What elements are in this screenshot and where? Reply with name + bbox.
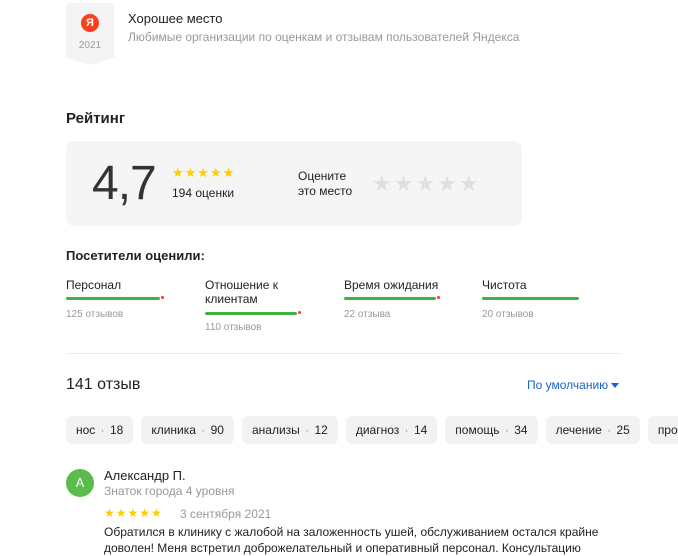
tag-count: 25 [616,423,630,437]
aspect-bar [482,297,579,300]
tag-count: 90 [210,423,224,437]
review-text: Обратился в клинику с жалобой на заложен… [104,525,599,555]
tag-label: лечение [555,423,602,437]
rating-heading: Рейтинг [66,110,126,127]
rate-prompt-line1: Оцените [298,169,347,183]
aspect-attitude[interactable]: Отношение к клиентам 110 отзывов [205,278,305,333]
rate-prompt: Оцените это место [298,169,352,199]
tag-label: клиника [151,423,196,437]
tag-help[interactable]: помощь · 34 [445,416,538,444]
tag-clinic[interactable]: клиника · 90 [141,416,234,444]
rate-prompt-line2: это место [298,184,353,198]
rating-stars: ★★★★★ [172,165,236,180]
aspect-staff[interactable]: Персонал 125 отзывов [66,278,196,320]
tag-label: нос [76,423,96,437]
tag-nose[interactable]: нос · 18 [66,416,134,444]
review-stars: ★★★★★ [104,506,163,520]
aspect-bar [205,311,301,315]
badge-year: 2021 [78,40,102,51]
tag-analyses[interactable]: анализы · 12 [241,416,338,444]
rating-value: 4,7 [92,157,157,210]
reviews-count: 141 отзыв [66,376,141,393]
tag-label: диагноз [355,423,400,437]
chevron-down-icon [611,383,620,389]
rating-card: 4,7 ★★★★★ 194 оценки Оцените это место ★… [66,141,522,226]
divider [66,353,622,354]
review-tags: нос · 18 клиника · 90 анализы · 12 диагн… [66,416,678,444]
tag-label: анализы [251,423,300,437]
aspect-label: Чистота [482,278,527,292]
sort-label: По умолчанию [527,378,609,392]
review-author[interactable]: Александр П. [104,468,186,483]
tag-label: пробле [657,423,678,437]
tag-diagnosis[interactable]: диагноз · 14 [345,416,438,444]
sort-dropdown[interactable]: По умолчанию [527,378,620,392]
tag-count: 34 [514,423,528,437]
tag-label: помощь [455,423,500,437]
tag-count: 12 [314,423,328,437]
aspect-label: Персонал [66,278,122,292]
tag-count: 14 [413,423,428,437]
aspect-cleanliness[interactable]: Чистота 20 отзывов [482,278,612,320]
aspects-heading: Посетители оценили: [66,248,205,263]
aspect-bar [66,296,164,300]
review-date: 3 сентября 2021 [180,507,272,521]
good-place-badge: Я 2021 [66,3,114,65]
good-place-title: Хорошее место [128,11,223,26]
aspect-bar [344,296,440,300]
aspect-count: 125 отзывов [66,309,124,320]
aspect-label: Отношение к клиентам [205,278,279,306]
yandex-logo-icon: Я [81,14,99,32]
author-rank: Знаток города 4 уровня [104,484,235,498]
good-place-subtitle: Любимые организации по оценкам и отзывам… [128,30,520,44]
rate-stars-input[interactable]: ★★★★★ [372,171,481,197]
aspect-count: 22 отзыва [344,309,391,320]
aspect-count: 110 отзывов [205,322,262,333]
avatar[interactable]: А [66,469,94,497]
rating-count: 194 оценки [172,186,235,200]
aspect-count: 20 отзывов [482,309,534,320]
tag-count: 18 [109,423,124,437]
aspect-waiting[interactable]: Время ожидания 22 отзыва [344,278,474,320]
aspect-label: Время ожидания [344,278,439,292]
tag-problem[interactable]: пробле [647,416,678,444]
tag-treatment[interactable]: лечение · 25 [545,416,640,444]
